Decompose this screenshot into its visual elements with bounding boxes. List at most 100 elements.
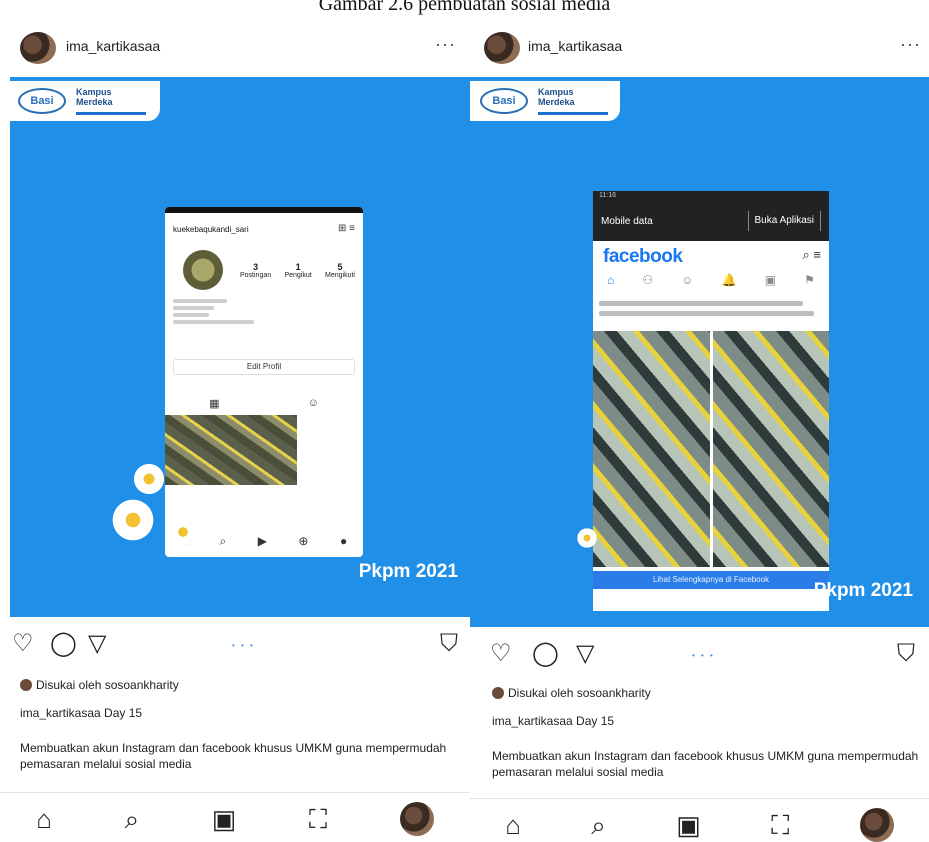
more-options-icon[interactable]: ··· <box>900 34 921 55</box>
home-icon[interactable]: ⌂ <box>505 812 521 838</box>
notification-icon: 🔔 <box>721 273 737 287</box>
facebook-page-mockup: 11:16 Mobile data Buka Aplikasi facebook… <box>593 191 829 611</box>
profile-handle: kuekebaqukandi_sari <box>173 225 249 234</box>
share-icon[interactable]: ▽ <box>88 629 106 659</box>
search-icon[interactable]: ⌕ <box>591 812 606 838</box>
friends-icon: ⚇ <box>642 273 654 287</box>
liker-avatar <box>492 687 504 699</box>
home-icon: ⌂ <box>607 273 615 287</box>
avatar[interactable] <box>20 32 56 64</box>
edit-profile-button: Edit Profil <box>173 359 355 375</box>
open-app-button: Buka Aplikasi <box>747 211 821 231</box>
profile-avatar[interactable] <box>399 802 434 836</box>
more-options-icon[interactable]: ··· <box>435 34 456 55</box>
tagged-icon: ☺ <box>307 397 319 409</box>
pages-icon: ⚑ <box>804 273 815 287</box>
profile-avatar[interactable] <box>859 808 894 842</box>
comment-icon[interactable]: ◯ <box>532 639 559 669</box>
flower-decoration <box>576 527 598 549</box>
pkpm-tag: Pkpm 2021 <box>358 561 458 582</box>
shop-icon[interactable]: ⛶ <box>309 806 327 832</box>
profile-menu-icons: ⊞ ≡ <box>338 223 355 234</box>
post-actions: ♡ ◯ ▽ • • • ⛉ <box>470 639 929 669</box>
instagram-post-right: ima_kartikasaa ··· Basi Kampus Merdeka 1… <box>470 22 929 842</box>
product-photo <box>712 331 829 567</box>
profile-picture <box>183 250 223 290</box>
post-image[interactable]: Basi Kampus Merdeka kuekebaqukandi_sari … <box>10 77 470 617</box>
facebook-post-text <box>599 301 814 321</box>
liker-avatar <box>20 679 32 691</box>
reels-icon: ▶ <box>257 534 267 548</box>
phone-status-bar: 11:16 <box>599 192 616 199</box>
profile-bio <box>173 299 263 327</box>
facebook-logo: facebook <box>603 246 683 267</box>
groups-icon: ☺ <box>681 273 694 287</box>
badge-stripe <box>538 112 608 115</box>
save-icon[interactable]: ⛉ <box>897 639 915 669</box>
product-photo <box>593 331 710 567</box>
username[interactable]: ima_kartikasaa <box>528 38 622 54</box>
stat-posts: 3 Postingan <box>240 262 272 279</box>
bottom-nav: ⌂ ⌕ ▣ ⛶ <box>0 794 470 842</box>
stat-following: 5 Mengikuti <box>325 262 355 279</box>
stat-followers: 1 Pengikut <box>284 262 312 279</box>
pkpm-tag: Pkpm 2021 <box>813 580 913 601</box>
post-image[interactable]: Basi Kampus Merdeka 11:16 Mobile data Bu… <box>470 77 929 627</box>
reels-icon[interactable]: ▣ <box>212 806 237 832</box>
figure-caption: Gambar 2.6 pembuatan sosial media <box>318 0 611 15</box>
liked-by[interactable]: Disukai oleh sosoankharity <box>492 686 651 700</box>
profile-icon: ● <box>339 534 348 548</box>
facebook-tabs: ⌂ ⚇ ☺ 🔔 ▣ ⚑ <box>593 273 829 297</box>
reels-icon[interactable]: ▣ <box>676 812 701 838</box>
kampus-merdeka-logo: Basi Kampus Merdeka <box>470 81 620 121</box>
mobile-data-text: Mobile data <box>601 216 653 227</box>
carousel-dots: • • • <box>692 651 715 660</box>
like-icon[interactable]: ♡ <box>12 629 34 659</box>
post-header: ima_kartikasaa ··· <box>0 22 470 77</box>
post-description: Membuatkan akun Instagram dan facebook k… <box>492 749 919 779</box>
carousel-dots: • • • <box>232 641 255 650</box>
shop-icon: ⊕ <box>298 534 309 548</box>
merdeka-text-1: Kampus <box>76 87 112 97</box>
search-icon: ⌕ <box>219 534 227 548</box>
bottom-nav: ⌂ ⌕ ▣ ⛶ <box>470 800 929 842</box>
facebook-header: facebook ⌕ ≡ <box>593 241 829 271</box>
like-icon[interactable]: ♡ <box>490 639 512 669</box>
divider <box>0 792 470 793</box>
basi-logo: Basi <box>480 88 528 114</box>
profile-stats: 3 Postingan 1 Pengikut 5 Mengikuti <box>240 262 355 279</box>
facebook-header-icons: ⌕ ≡ <box>802 247 821 262</box>
username[interactable]: ima_kartikasaa <box>66 38 160 54</box>
share-icon[interactable]: ▽ <box>576 639 594 669</box>
badge-stripe <box>76 112 146 115</box>
merdeka-text-2: Merdeka <box>76 97 113 107</box>
merdeka-text-2: Merdeka <box>538 97 575 107</box>
see-more-facebook-button: Lihat Selengkapnya di Facebook <box>593 571 829 589</box>
liked-by[interactable]: Disukai oleh sosoankharity <box>20 678 179 692</box>
instagram-profile-mockup: kuekebaqukandi_sari ⊞ ≡ 3 Postingan 1 Peng… <box>165 207 363 557</box>
phone-status-bar <box>165 207 363 213</box>
post-actions: ♡ ◯ ▽ • • • ⛉ <box>0 629 470 659</box>
facebook-post-photos <box>593 331 829 567</box>
comment-icon[interactable]: ◯ <box>50 629 77 659</box>
kampus-merdeka-logo: Basi Kampus Merdeka <box>10 81 160 121</box>
flower-decoration <box>110 497 156 543</box>
search-icon[interactable]: ⌕ <box>125 806 140 832</box>
grid-icon: ▦ <box>209 398 220 410</box>
profile-grid-tabs: ▦ ☺ <box>165 397 363 410</box>
avatar[interactable] <box>484 32 520 64</box>
merdeka-text-1: Kampus <box>538 87 574 97</box>
caption-line: ima_kartikasaa Day 15 <box>492 714 615 728</box>
divider <box>470 798 929 799</box>
basi-logo: Basi <box>18 88 66 114</box>
home-icon[interactable]: ⌂ <box>36 806 52 832</box>
caption-line: ima_kartikasaa Day 15 <box>20 706 143 720</box>
shop-icon[interactable]: ⛶ <box>771 812 789 838</box>
flower-decoration <box>168 517 198 547</box>
post-thumbnail <box>165 415 297 485</box>
save-icon[interactable]: ⛉ <box>440 629 458 659</box>
watch-icon: ▣ <box>764 273 777 287</box>
post-description: Membuatkan akun Instagram dan facebook k… <box>20 741 447 771</box>
flower-decoration <box>132 462 166 496</box>
post-header: ima_kartikasaa ··· <box>470 22 929 77</box>
